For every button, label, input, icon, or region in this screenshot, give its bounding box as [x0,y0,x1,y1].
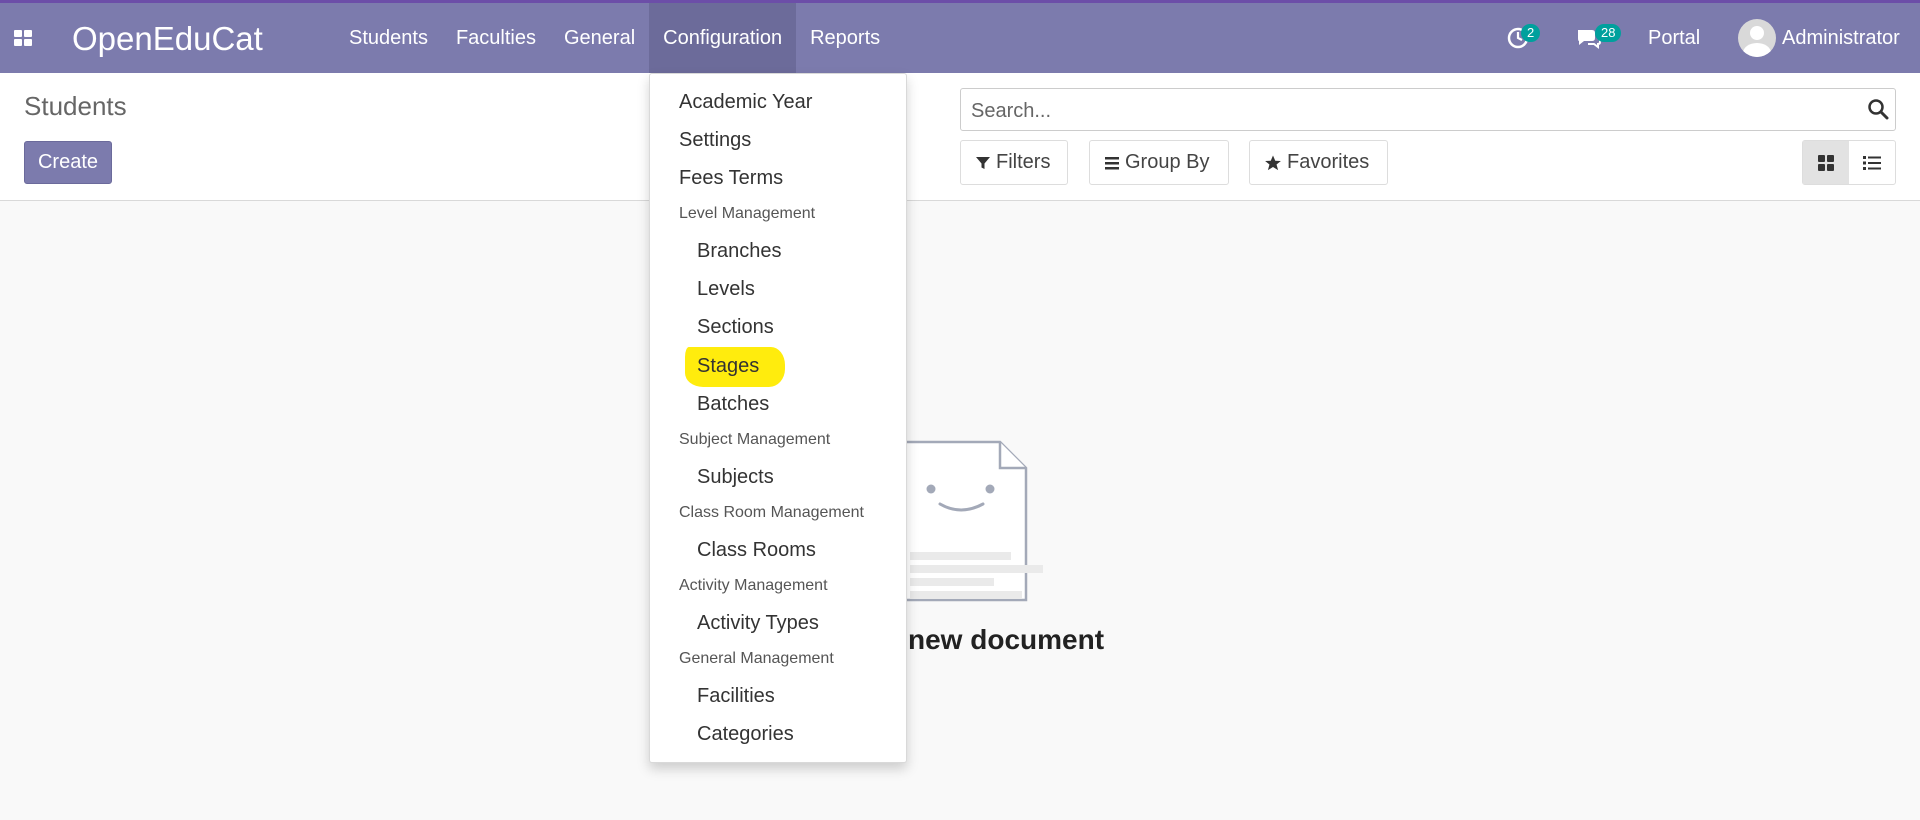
search-input[interactable] [969,95,1833,127]
section-header-subject-management: Subject Management [679,431,831,448]
top-navbar: OpenEduCat Students Faculties General Co… [0,0,1920,73]
kanban-view-button[interactable] [1803,141,1849,184]
menu-faculties[interactable]: Faculties [442,3,550,73]
activity-count-badge: 2 [1521,24,1541,42]
group-by-label: Group By [1125,151,1210,173]
create-button[interactable]: Create [24,141,112,184]
section-header-level-management: Level Management [679,205,816,222]
favorites-label: Favorites [1287,151,1370,173]
filters-label: Filters [996,151,1051,173]
menu-item-facilities[interactable]: Facilities [697,685,775,708]
menu-item-categories[interactable]: Categories [697,723,794,746]
list-view-icon [1863,155,1881,170]
menu-item-settings[interactable]: Settings [679,129,751,152]
group-by-button[interactable]: Group By [1089,140,1229,185]
filters-button[interactable]: Filters [960,140,1068,185]
menu-item-fees-terms[interactable]: Fees Terms [679,167,783,190]
section-header-class-room-management: Class Room Management [679,504,864,521]
favorites-button[interactable]: Favorites [1249,140,1388,185]
kanban-view-icon [1818,154,1834,171]
menu-item-levels[interactable]: Levels [697,278,755,301]
menu-configuration[interactable]: Configuration [649,3,797,73]
apps-menu-icon[interactable] [14,30,34,48]
filter-icon [976,156,990,169]
menu-item-academic-year[interactable]: Academic Year [679,91,812,114]
main-menu: Students Faculties General Configuration… [335,3,894,73]
brand-name[interactable]: OpenEduCat [72,19,263,59]
search-box [960,88,1896,131]
list-view-button[interactable] [1849,141,1895,184]
menu-item-subjects[interactable]: Subjects [697,466,774,489]
menu-students[interactable]: Students [335,3,442,73]
configuration-dropdown: Academic Year Settings Fees Terms Level … [649,73,907,763]
view-switcher [1802,140,1896,185]
group-by-icon [1105,156,1119,169]
menu-item-stages[interactable]: Stages [697,355,759,378]
control-panel: Students Create Filters Group By Favorit… [0,73,1920,201]
menu-item-branches[interactable]: Branches [697,240,782,263]
avatar[interactable] [1738,19,1776,57]
menu-item-batches[interactable]: Batches [697,393,769,416]
empty-state-illustration [880,430,1080,630]
menu-item-sections[interactable]: Sections [697,316,774,339]
menu-item-class-rooms[interactable]: Class Rooms [697,539,816,562]
star-icon [1265,155,1281,170]
menu-item-activity-types[interactable]: Activity Types [697,612,819,635]
empty-state-title: new document [908,624,1105,655]
menu-reports[interactable]: Reports [796,3,894,73]
user-menu[interactable]: Administrator [1782,27,1900,50]
section-header-general-management: General Management [679,650,834,667]
message-count-badge: 28 [1595,24,1622,42]
search-icon[interactable] [1867,98,1889,125]
portal-link[interactable]: Portal [1648,27,1700,50]
menu-general[interactable]: General [550,3,649,73]
section-header-activity-management: Activity Management [679,577,828,594]
breadcrumb: Students [24,91,127,121]
